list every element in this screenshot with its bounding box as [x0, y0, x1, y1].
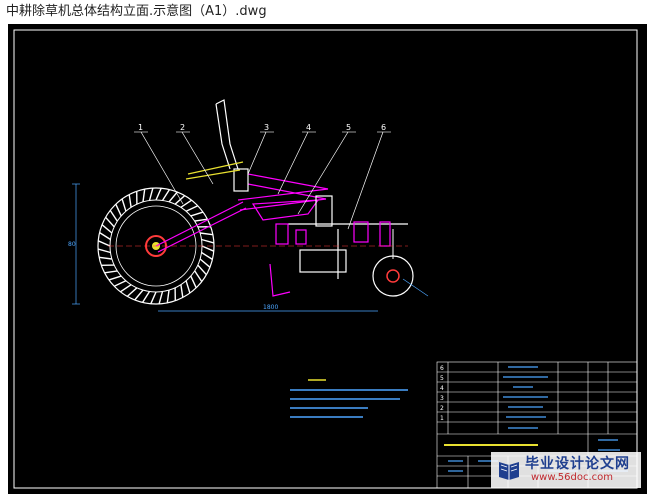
balloon-label: 5 [346, 123, 351, 132]
svg-text:4: 4 [440, 385, 444, 392]
cad-drawing-viewport[interactable]: 80 1800 1 2 3 4 5 6 6 5 4 3 2 1 毕业设计论文网 … [8, 24, 647, 494]
balloon-label: 1 [138, 123, 143, 132]
watermark-text: 毕业设计论文网 [525, 456, 630, 472]
window-title-bar: 中耕除草机总体结构立面.示意图（A1）.dwg [0, 0, 649, 24]
part-balloons: 1 2 3 4 5 6 [134, 123, 391, 133]
balloon-label: 2 [180, 123, 185, 132]
svg-text:5: 5 [440, 375, 444, 382]
svg-text:1: 1 [440, 415, 444, 422]
leader-lines [140, 131, 384, 230]
svg-text:1800: 1800 [263, 304, 278, 311]
watermark-badge: 毕业设计论文网 www.56doc.com [491, 452, 641, 488]
svg-text:6: 6 [440, 365, 444, 372]
book-logo-icon [499, 462, 519, 480]
balloon-label: 3 [264, 123, 269, 132]
cad-drawing-canvas: 80 1800 1 2 3 4 5 6 6 5 4 3 2 1 [13, 29, 638, 489]
depth-wheel [372, 229, 414, 297]
svg-text:3: 3 [440, 395, 444, 402]
balloon-label: 4 [306, 123, 311, 132]
technical-notes [290, 379, 408, 418]
balloon-label: 6 [381, 123, 386, 132]
title-block-indices: 6 5 4 3 2 1 [440, 365, 444, 422]
dimension-lines [72, 183, 429, 312]
svg-text:2: 2 [440, 405, 444, 412]
watermark-url: www.56doc.com [531, 472, 614, 483]
window-title: 中耕除草机总体结构立面.示意图（A1）.dwg [6, 4, 267, 19]
svg-text:80: 80 [68, 241, 76, 248]
frame-linkage [155, 99, 408, 297]
